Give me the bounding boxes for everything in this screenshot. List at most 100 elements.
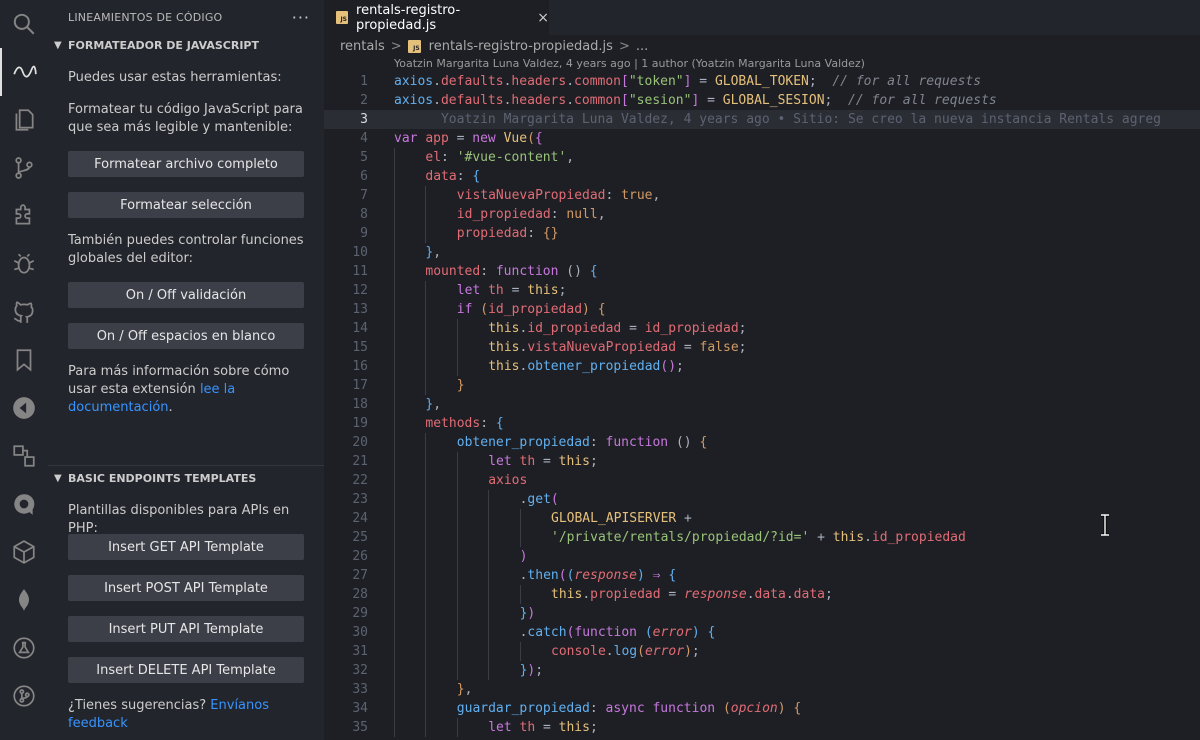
tab-bar: JS rentals-registro-propiedad.js × [324,0,1200,35]
indent-guide [456,585,458,604]
q-icon[interactable] [0,480,48,528]
code-line[interactable]: 5 el: '#vue-content', [324,148,1200,167]
codelens-authors[interactable]: Yoatzin Margarita Luna Valdez, 4 years a… [394,57,865,70]
search-icon[interactable] [0,0,48,48]
git-graph-icon[interactable] [0,672,48,720]
code-line[interactable]: 22 axios [324,471,1200,490]
line-number: 14 [352,321,368,336]
code-line[interactable]: 11 mounted: function () { [324,262,1200,281]
chevron-down-icon: ▼ [54,39,62,51]
code-line[interactable]: 33}, [324,680,1200,699]
format-selection-button[interactable]: Formatear selección [68,192,304,218]
code-line[interactable]: 21 let th = this; [324,452,1200,471]
line-number: 23 [352,492,368,507]
mongodb-icon[interactable] [0,576,48,624]
code-line[interactable]: 14 this.id_propiedad = id_propiedad; [324,319,1200,338]
remote-icon[interactable] [0,384,48,432]
gitlens-icon[interactable] [0,48,48,96]
code-line[interactable]: 13 if (id_propiedad) { [324,300,1200,319]
code-line[interactable]: 16 this.obtener_propiedad(); [324,357,1200,376]
code-line[interactable]: 20 obtener_propiedad: function () { [324,433,1200,452]
indent-guide [425,224,427,243]
indent-guide [488,661,490,680]
indent-guide [488,528,490,547]
line-number: 4 [360,131,368,146]
js-formatter-section-header[interactable]: ▼ FORMATEADOR DE JAVASCRIPT [48,34,324,56]
indent-guide [394,148,395,167]
code-line[interactable]: 30 .catch(function (error) { [324,623,1200,642]
code-line[interactable]: 10}, [324,243,1200,262]
toggle-validation-button[interactable]: On / Off validación [68,282,304,308]
code-line[interactable]: 8 id_propiedad: null, [324,205,1200,224]
code-line[interactable]: 35 let th = this; [324,718,1200,737]
code-line[interactable]: 25 '/private/rentals/propiedad/?id=' + th… [324,528,1200,547]
indent-guide [394,186,395,205]
insert-get-template-button[interactable]: Insert GET API Template [68,534,304,560]
code-line[interactable]: 18}, [324,395,1200,414]
format-file-button[interactable]: Formatear archivo completo [68,151,304,177]
breadcrumb-symbol[interactable]: ... [636,39,648,54]
breadcrumb-folder[interactable]: rentals [340,39,385,54]
line-number: 20 [352,435,368,450]
code-line[interactable]: 32}); [324,661,1200,680]
code-line[interactable]: 12 let th = this; [324,281,1200,300]
insert-post-template-button[interactable]: Insert POST API Template [68,575,304,601]
code-text: propiedad: {} [456,226,559,241]
cube-icon[interactable] [0,528,48,576]
insert-put-template-button[interactable]: Insert PUT API Template [68,616,304,642]
code-line[interactable]: 9 propiedad: {} [324,224,1200,243]
toggle-whitespace-button[interactable]: On / Off espacios en blanco [68,323,304,349]
debug-icon[interactable] [0,240,48,288]
indent-guide [425,186,427,205]
feedback-text: ¿Tienes sugerencias? Envíanos feedback [68,697,308,733]
section-title: FORMATEADOR DE JAVASCRIPT [68,38,259,52]
code-text: guardar_propiedad: async function (opcio… [456,701,802,716]
tab-rentals-registro-propiedad[interactable]: JS rentals-registro-propiedad.js × [324,0,549,35]
code-line[interactable]: 34 guardar_propiedad: async function (opc… [324,699,1200,718]
api-templates-section-header[interactable]: ▼ BASIC ENDPOINTS TEMPLATES [48,467,324,489]
indent-guide [456,566,458,585]
split-icon[interactable] [0,432,48,480]
code-text: el: '#vue-content', [425,150,575,165]
code-line[interactable]: 15 this.vistaNuevaPropiedad = false; [324,338,1200,357]
source-control-icon[interactable] [0,144,48,192]
line-number: 32 [352,663,368,678]
indent-guide [425,319,427,338]
code-line[interactable]: 3 Yoatzin Margarita Luna Valdez, 4 years… [324,110,1200,129]
code-line[interactable]: 31 console.log(error); [324,642,1200,661]
code-line[interactable]: 6 data: { [324,167,1200,186]
code-line[interactable]: 23 .get( [324,490,1200,509]
code-line[interactable]: 4 var app = new Vue({ [324,129,1200,148]
indent-guide [456,661,458,680]
code-line[interactable]: 26) [324,547,1200,566]
tab-label: rentals-registro-propiedad.js [356,2,461,33]
breadcrumb-file[interactable]: rentals-registro-propiedad.js [429,39,613,54]
code-text: let th = this; [456,283,567,298]
indent-guide [456,319,458,338]
code-text: this.obtener_propiedad(); [488,359,684,374]
line-number: 21 [352,454,368,469]
flask-icon[interactable] [0,624,48,672]
code-line[interactable]: 19 methods: { [324,414,1200,433]
bookmark-icon[interactable] [0,336,48,384]
indent-guide [394,585,395,604]
files-icon[interactable] [0,96,48,144]
code-text: this.propiedad = response.data.data; [551,587,833,602]
indent-guide [394,205,395,224]
insert-delete-template-button[interactable]: Insert DELETE API Template [68,657,304,683]
github-icon[interactable] [0,288,48,336]
code-line[interactable]: 28 this.propiedad = response.data.data; [324,585,1200,604]
code-line[interactable]: 7 vistaNuevaPropiedad: true, [324,186,1200,205]
indent-guide [394,433,395,452]
code-line[interactable]: 17} [324,376,1200,395]
code-line[interactable]: 27 .then((response) ⇒ { [324,566,1200,585]
code-line[interactable]: 2 axios.defaults.headers.common["sesion"]… [324,91,1200,110]
code-line[interactable]: 1 axios.defaults.headers.common["token"] … [324,72,1200,91]
line-number: 1 [360,74,368,89]
code-line[interactable]: 24 GLOBAL_APISERVER + [324,509,1200,528]
more-actions-icon[interactable]: ··· [292,8,310,27]
extensions-icon[interactable] [0,192,48,240]
close-icon[interactable]: × [537,10,549,26]
code-line[interactable]: 29}) [324,604,1200,623]
code-text: }, [425,397,442,412]
